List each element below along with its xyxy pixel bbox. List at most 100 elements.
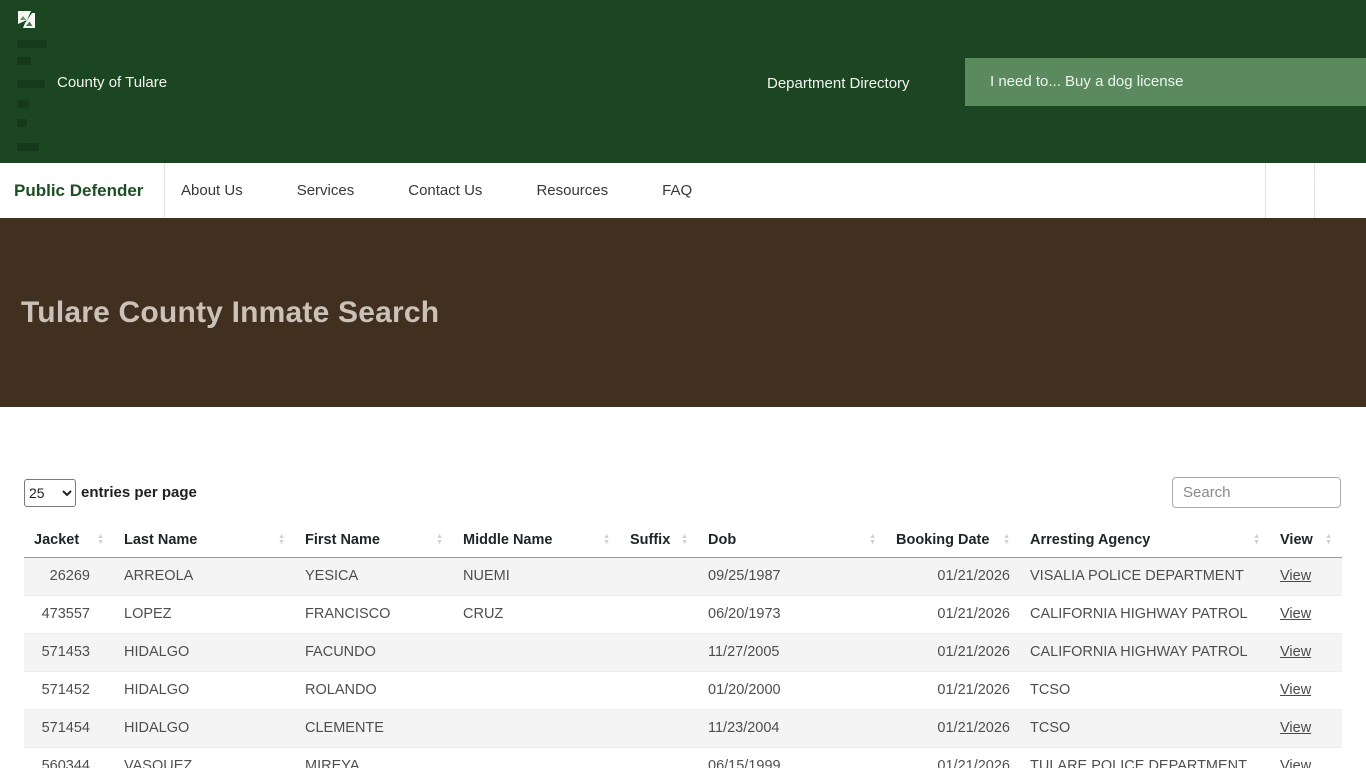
cell-jacket: 26269	[24, 558, 114, 596]
faint-header-link	[17, 40, 47, 48]
nav-item-services[interactable]: Services	[297, 182, 355, 199]
view-link[interactable]: View	[1280, 720, 1311, 736]
table-row: 473557LOPEZFRANCISCOCRUZ06/20/197301/21/…	[24, 596, 1342, 634]
cell-view: View	[1270, 710, 1342, 748]
column-header-label: View	[1280, 532, 1313, 548]
cell-first: FRANCISCO	[295, 596, 453, 634]
cell-last: HIDALGO	[114, 710, 295, 748]
cell-dob: 01/20/2000	[698, 672, 886, 710]
view-link[interactable]: View	[1280, 606, 1311, 622]
column-header-last[interactable]: Last Name ▲▼	[114, 523, 295, 558]
faint-header-link	[17, 100, 29, 108]
cell-agency: TULARE POLICE DEPARTMENT	[1020, 748, 1270, 768]
sort-arrows-icon: ▲▼	[869, 534, 876, 546]
column-header-view[interactable]: View ▲▼	[1270, 523, 1342, 558]
column-header-first[interactable]: First Name▲▼	[295, 523, 453, 558]
faint-header-link	[17, 57, 31, 65]
table-row: 571454HIDALGOCLEMENTE11/23/200401/21/202…	[24, 710, 1342, 748]
cell-last: HIDALGO	[114, 634, 295, 672]
cell-dob: 09/25/1987	[698, 558, 886, 596]
sort-arrows-icon: ▲▼	[1253, 534, 1260, 546]
cell-suffix	[620, 710, 698, 748]
cell-suffix	[620, 672, 698, 710]
sort-arrows-icon: ▲▼	[278, 534, 285, 546]
column-header-label: Last Name	[124, 532, 197, 548]
page-title: Tulare County Inmate Search	[21, 296, 1366, 330]
site-header: County of Tulare Department Directory I …	[0, 0, 1366, 163]
table-row: 26269ARREOLAYESICANUEMI09/25/198701/21/2…	[24, 558, 1342, 596]
i-need-to-dropdown[interactable]: I need to... Buy a dog license	[965, 58, 1366, 106]
broken-image-icon	[16, 9, 37, 35]
table-row: 571453HIDALGOFACUNDO11/27/200501/21/2026…	[24, 634, 1342, 672]
column-header-middle[interactable]: Middle Name ▲▼	[453, 523, 620, 558]
cell-first: ROLANDO	[295, 672, 453, 710]
faint-header-link	[17, 80, 45, 88]
column-header-label: Middle Name	[463, 532, 552, 548]
column-header-dob[interactable]: Dob ▲▼	[698, 523, 886, 558]
cell-agency: VISALIA POLICE DEPARTMENT	[1020, 558, 1270, 596]
inmate-table-header: Jacket▲▼Last Name▲▼First Name▲▼Middle Na…	[24, 523, 1342, 558]
column-header-label: Dob	[708, 532, 736, 548]
column-header-suffix[interactable]: Suffix▲▼	[620, 523, 698, 558]
view-link[interactable]: View	[1280, 644, 1311, 660]
entries-per-page: 25 entries per page	[24, 479, 197, 507]
cell-first: MIREYA	[295, 748, 453, 768]
nav-brand-public-defender[interactable]: Public Defender	[0, 163, 165, 218]
hero-banner: Tulare County Inmate Search	[0, 218, 1366, 407]
entries-per-page-select[interactable]: 25	[24, 479, 76, 507]
cell-booking: 01/21/2026	[886, 558, 1020, 596]
cell-last: ARREOLA	[114, 558, 295, 596]
cell-middle	[453, 672, 620, 710]
faint-header-link	[17, 143, 39, 151]
column-header-label: Jacket	[34, 532, 79, 548]
cell-middle: CRUZ	[453, 596, 620, 634]
cell-first: CLEMENTE	[295, 710, 453, 748]
site-name: County of Tulare	[57, 74, 167, 91]
cell-jacket: 473557	[24, 596, 114, 634]
cell-dob: 11/27/2005	[698, 634, 886, 672]
cell-agency: CALIFORNIA HIGHWAY PATROL	[1020, 596, 1270, 634]
cell-booking: 01/21/2026	[886, 710, 1020, 748]
column-header-label: Arresting Agency	[1030, 532, 1150, 548]
cell-view: View	[1270, 634, 1342, 672]
nav-item-contact-us[interactable]: Contact Us	[408, 182, 482, 199]
department-directory-link[interactable]: Department Directory	[767, 75, 910, 92]
sort-arrows-icon: ▲▼	[603, 534, 610, 546]
cell-jacket: 560344	[24, 748, 114, 768]
entries-per-page-label: entries per page	[81, 484, 197, 501]
view-link[interactable]: View	[1280, 568, 1311, 584]
cell-booking: 01/21/2026	[886, 634, 1020, 672]
cell-agency: CALIFORNIA HIGHWAY PATROL	[1020, 634, 1270, 672]
nav-item-about-us[interactable]: About Us	[181, 182, 243, 199]
cell-agency: TCSO	[1020, 710, 1270, 748]
cell-view: View	[1270, 748, 1342, 768]
nav-item-resources[interactable]: Resources	[536, 182, 608, 199]
cell-dob: 06/20/1973	[698, 596, 886, 634]
cell-dob: 11/23/2004	[698, 710, 886, 748]
nav-bar: Public Defender About Us Services Contac…	[0, 163, 1366, 218]
column-header-jacket[interactable]: Jacket▲▼	[24, 523, 114, 558]
column-header-agency[interactable]: Arresting Agency ▲▼	[1020, 523, 1270, 558]
sort-arrows-icon: ▲▼	[1003, 534, 1010, 546]
search-input[interactable]	[1172, 477, 1341, 508]
cell-suffix	[620, 558, 698, 596]
nav-item-faq[interactable]: FAQ	[662, 182, 692, 199]
faint-header-link	[17, 119, 27, 127]
cell-middle	[453, 748, 620, 768]
cell-view: View	[1270, 558, 1342, 596]
cell-jacket: 571452	[24, 672, 114, 710]
nav-divider	[1265, 163, 1266, 218]
cell-agency: TCSO	[1020, 672, 1270, 710]
view-link[interactable]: View	[1280, 758, 1311, 768]
column-header-booking[interactable]: Booking Date▲▼	[886, 523, 1020, 558]
view-link[interactable]: View	[1280, 682, 1311, 698]
sort-arrows-icon: ▲▼	[1325, 534, 1332, 546]
cell-view: View	[1270, 672, 1342, 710]
column-header-label: Suffix	[630, 532, 670, 548]
cell-dob: 06/15/1999	[698, 748, 886, 768]
column-header-label: First Name	[305, 532, 380, 548]
cell-jacket: 571453	[24, 634, 114, 672]
cell-last: HIDALGO	[114, 672, 295, 710]
cell-booking: 01/21/2026	[886, 748, 1020, 768]
nav-divider	[1314, 163, 1315, 218]
